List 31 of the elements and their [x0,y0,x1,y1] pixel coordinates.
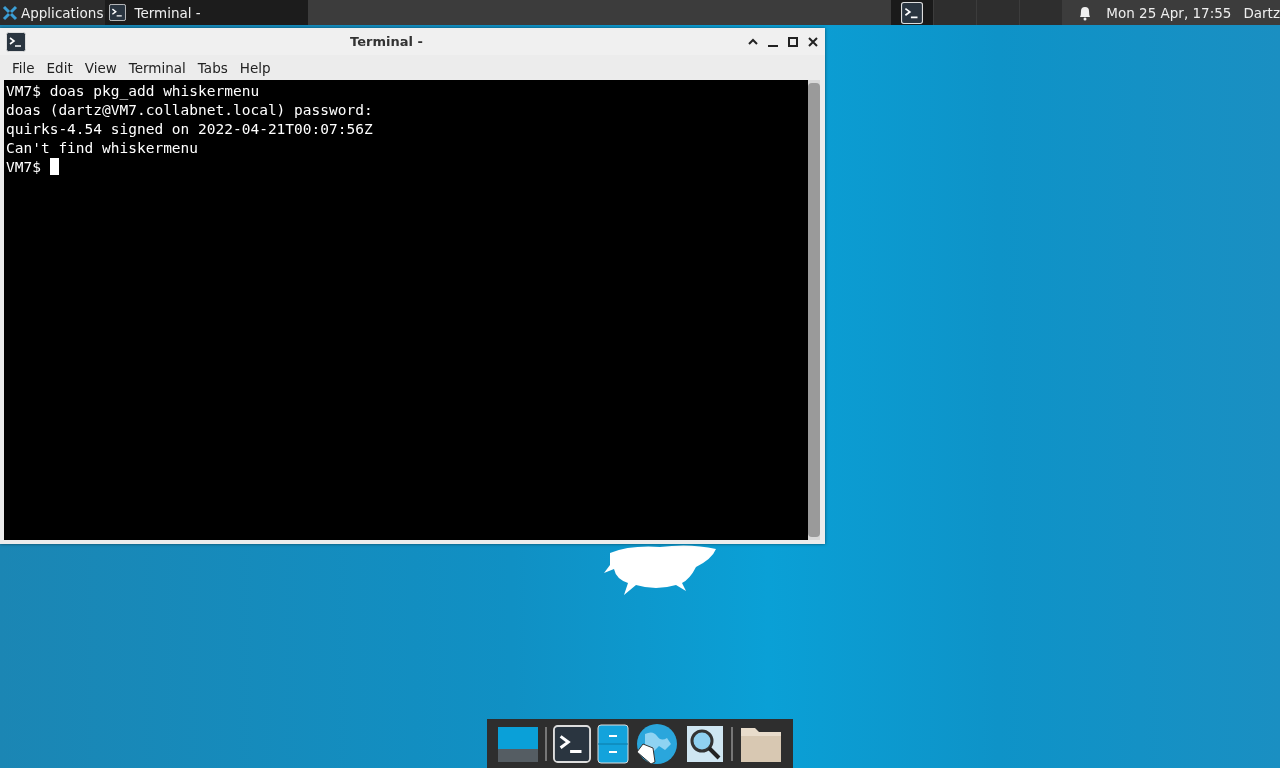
terminal-icon[interactable] [553,724,591,763]
terminal-icon [109,4,127,21]
terminal-output[interactable]: VM7$ doas pkg_add whiskermenu doas (dartz@VM7.collabnet.local) password: quirks-4.54 signed on 2022-04-21T00:07:56Z Can't find whiskermenu VM7$ [4,80,808,540]
scrollbar[interactable] [808,80,820,540]
bell-icon[interactable] [1078,4,1093,21]
prompt: VM7$ [6,159,42,175]
taskbar-button[interactable]: Terminal - [105,0,309,25]
window-thumbnail-icon [901,1,924,24]
terminal-line: VM7$ doas pkg_add whiskermenu [6,82,261,101]
menu-item[interactable]: Edit [40,59,79,76]
menu-item[interactable]: View [78,59,123,76]
menu-item[interactable]: Terminal [122,59,192,76]
menu-item[interactable]: Help [233,59,277,76]
maximize-button[interactable] [787,35,799,48]
clock[interactable]: Mon 25 Apr, 17:55 [1106,4,1232,21]
applications-menu-button[interactable]: Applications [0,0,106,25]
terminal-line: Can't find whiskermenu [6,139,200,158]
app-icon [6,31,26,52]
text-cursor [49,158,59,175]
logo-icon [2,4,18,21]
user-name[interactable]: Dartz [1243,4,1280,21]
workspace-button[interactable] [891,0,934,25]
globe-icon[interactable] [635,721,679,766]
search-icon[interactable] [685,723,725,764]
window-title: Terminal - [350,34,423,49]
terminal-line: quirks-4.54 signed on 2022-04-21T00:07:56Z [6,120,374,139]
close-button[interactable] [807,35,819,48]
file-cabinet-icon[interactable] [597,723,629,764]
terminal-line: doas (dartz@VM7.collabnet.local) password: [6,101,374,120]
menu-item[interactable]: File [6,59,41,76]
menu-item[interactable]: Tabs [191,59,234,76]
